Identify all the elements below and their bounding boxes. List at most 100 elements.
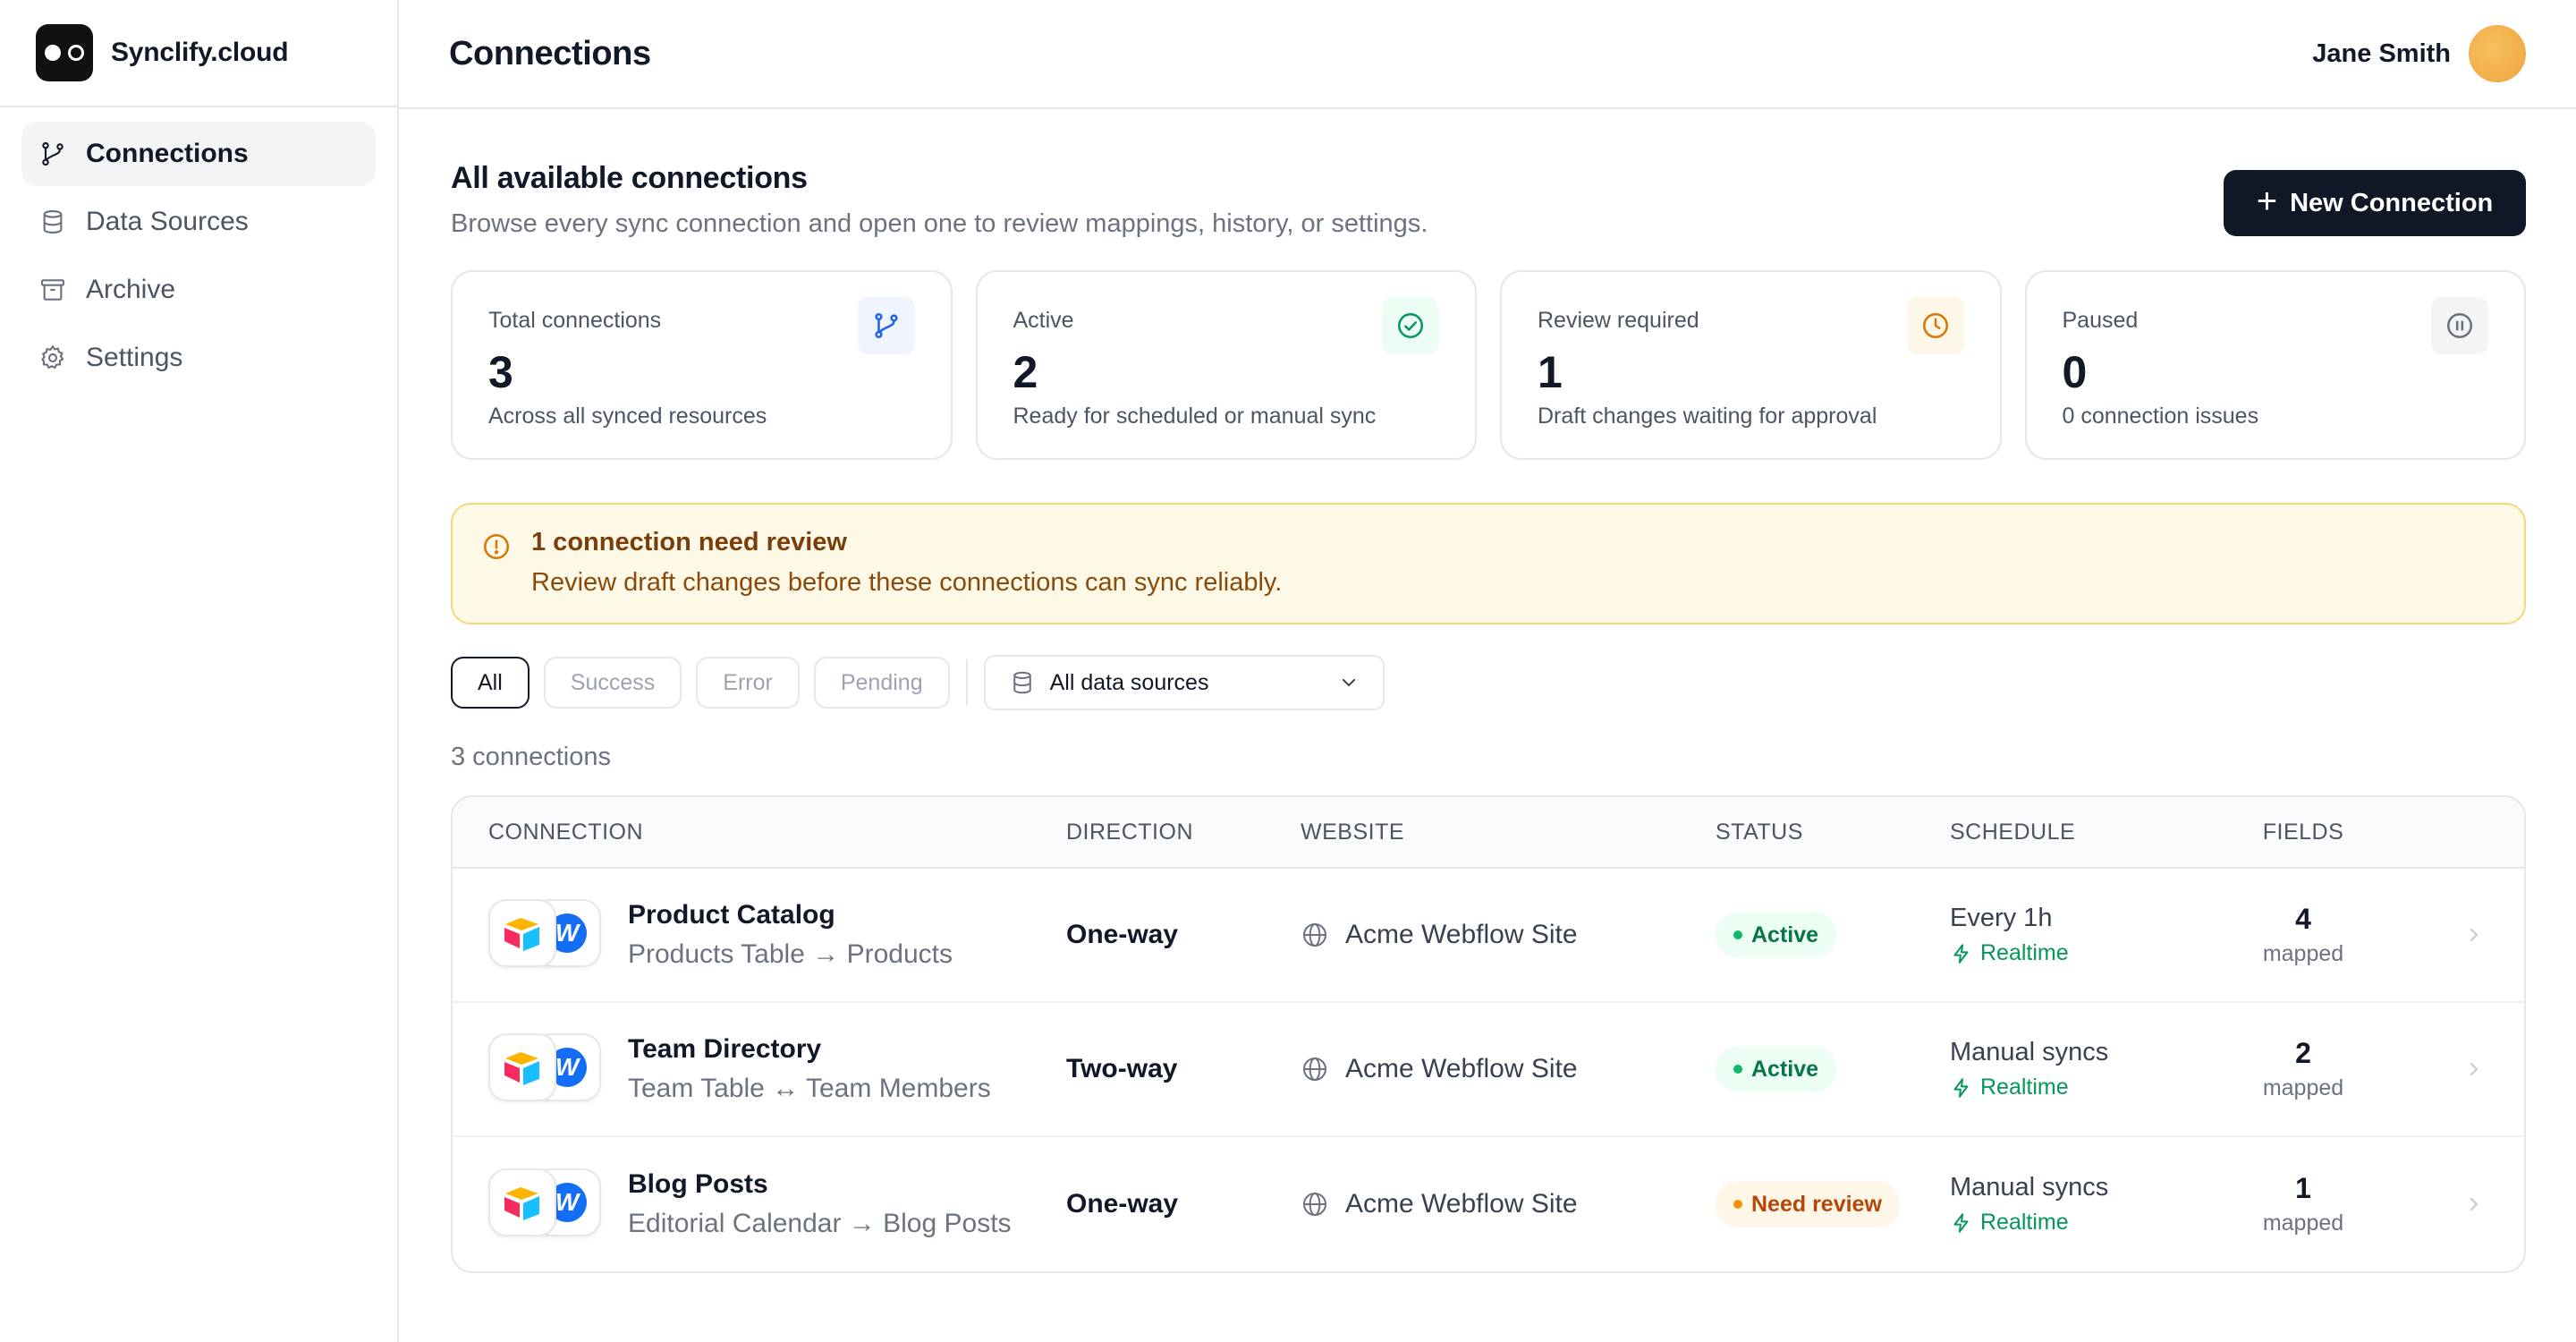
bolt-icon: [1953, 943, 1969, 964]
user-name: Jane Smith: [2312, 38, 2451, 68]
connection-mapping: Team Table ↔ Team Members: [628, 1074, 991, 1103]
filter-chip-pending[interactable]: Pending: [813, 657, 950, 709]
chevron-down-icon: [1342, 679, 1355, 687]
connection-mapping: Products Table → Products: [628, 939, 953, 969]
column-header-connection: CONNECTION: [488, 819, 644, 845]
stat-card-total: Total connections 3 Across all synced re…: [451, 270, 953, 460]
avatar[interactable]: [2469, 25, 2526, 82]
new-connection-button[interactable]: + New Connection: [2224, 170, 2526, 236]
section-subtitle: Browse every sync connection and open on…: [451, 209, 1428, 238]
schedule-realtime: Realtime: [1950, 940, 2245, 966]
main-content: All available connections Browse every s…: [451, 109, 2526, 1273]
column-header-schedule: SCHEDULE: [1950, 819, 2076, 845]
stat-label: Active: [1013, 308, 1074, 333]
status-badge: Active: [1716, 1046, 1837, 1092]
fields-label: mapped: [2262, 941, 2344, 966]
table-row[interactable]: W Blog Posts Editorial Calendar → Blog P…: [453, 1137, 2524, 1271]
connections-count: 3 connections: [451, 743, 611, 771]
sidebar-item-archive[interactable]: Archive: [21, 258, 376, 322]
page-title: Connections: [449, 34, 651, 72]
connection-name: Blog Posts: [628, 1169, 768, 1199]
git-branch-icon: [38, 139, 68, 169]
column-header-website: WEBSITE: [1301, 819, 1405, 845]
schedule: Manual syncs: [1950, 1038, 2109, 1066]
user-menu[interactable]: Jane Smith: [2312, 25, 2526, 82]
schedule: Every 1h: [1950, 904, 2053, 932]
fields-count: 4: [2295, 903, 2311, 935]
schedule: Manual syncs: [1950, 1173, 2109, 1202]
status-badge: Active: [1716, 912, 1837, 958]
column-header-fields: FIELDS: [2262, 819, 2344, 845]
filter-bar: All Success Error Pending All data sourc…: [451, 655, 2526, 710]
fields-label: mapped: [2262, 1075, 2344, 1100]
stat-desc: Across all synced resources: [488, 403, 767, 429]
pause-circle-icon: [2431, 297, 2488, 354]
brand-name: Synclify.cloud: [111, 38, 289, 67]
sidebar-item-label: Archive: [86, 275, 176, 304]
sidebar-item-settings[interactable]: Settings: [21, 326, 376, 390]
chevron-right-icon[interactable]: [2463, 924, 2485, 946]
stat-label: Total connections: [488, 308, 662, 333]
stat-value: 2: [1013, 347, 1038, 397]
table-header: CONNECTION DIRECTION WEBSITE STATUS SCHE…: [453, 797, 2524, 869]
stat-card-paused: Paused 0 0 connection issues: [2024, 270, 2526, 460]
globe-icon: [1303, 1057, 1326, 1081]
website-name: Acme Webflow Site: [1345, 920, 1578, 949]
stat-desc: Draft changes waiting for approval: [1538, 403, 1877, 429]
integration-logos: W: [488, 1168, 605, 1240]
sidebar: Synclify.cloud Connections Data Sources …: [0, 0, 399, 1342]
sidebar-nav: Connections Data Sources Archive Setting…: [0, 107, 397, 408]
sidebar-item-label: Data Sources: [86, 207, 249, 236]
globe-icon: [1303, 1193, 1326, 1216]
data-source-select-value: All data sources: [1049, 669, 1209, 695]
stat-label: Paused: [2062, 308, 2139, 333]
integration-logos: W: [488, 1033, 605, 1105]
stat-card-review: Review required 1 Draft changes waiting …: [1500, 270, 2002, 460]
schedule-sub-label: Realtime: [1980, 1210, 2069, 1235]
website-name: Acme Webflow Site: [1345, 1054, 1578, 1083]
status-label: Active: [1751, 1056, 1819, 1082]
filter-chip-error[interactable]: Error: [696, 657, 800, 709]
status-label: Need review: [1751, 1191, 1882, 1217]
stat-value: 1: [1538, 347, 1563, 397]
airtable-logo-icon: [488, 1033, 556, 1101]
topbar: Connections Jane Smith: [399, 0, 2576, 109]
stat-value: 3: [488, 347, 513, 397]
sidebar-item-connections[interactable]: Connections: [21, 122, 376, 186]
schedule-realtime: Realtime: [1950, 1210, 2245, 1236]
warning-icon: [483, 533, 510, 560]
schedule-sub-label: Realtime: [1980, 940, 2069, 965]
table-row[interactable]: W Product Catalog Products Table → Produ…: [453, 869, 2524, 1003]
connections-table: CONNECTION DIRECTION WEBSITE STATUS SCHE…: [451, 795, 2526, 1273]
integration-logos: W: [488, 899, 605, 971]
website-name: Acme Webflow Site: [1345, 1189, 1578, 1219]
bolt-icon: [1953, 1077, 1969, 1098]
direction: One-way: [1066, 920, 1179, 949]
filter-chip-all[interactable]: All: [451, 657, 530, 709]
bolt-icon: [1953, 1212, 1969, 1233]
check-circle-icon: [1382, 297, 1439, 354]
column-header-direction: DIRECTION: [1066, 819, 1193, 845]
stat-label: Review required: [1538, 308, 1699, 333]
sidebar-item-data-sources[interactable]: Data Sources: [21, 190, 376, 254]
review-alert: 1 connection need review Review draft ch…: [451, 503, 2526, 624]
data-source-select[interactable]: All data sources: [983, 655, 1385, 710]
table-row[interactable]: W Team Directory Team Table ↔ Team Membe…: [453, 1003, 2524, 1137]
sidebar-item-label: Settings: [86, 343, 183, 372]
direction: Two-way: [1066, 1054, 1178, 1083]
archive-icon: [38, 275, 68, 305]
app-window: Synclify.cloud Connections Data Sources …: [0, 0, 2576, 1342]
stats-row: Total connections 3 Across all synced re…: [451, 270, 2526, 460]
alert-text: Review draft changes before these connec…: [531, 568, 1283, 597]
chevron-right-icon[interactable]: [2463, 1193, 2485, 1215]
fields-count: 1: [2295, 1172, 2311, 1204]
section-title: All available connections: [451, 161, 808, 195]
column-header-status: STATUS: [1716, 819, 1803, 845]
schedule-sub-label: Realtime: [1980, 1074, 2069, 1100]
brand[interactable]: Synclify.cloud: [0, 0, 397, 107]
airtable-logo-icon: [488, 899, 556, 967]
chevron-right-icon[interactable]: [2463, 1058, 2485, 1080]
stat-desc: Ready for scheduled or manual sync: [1013, 403, 1377, 429]
filter-chip-success[interactable]: Success: [543, 657, 682, 709]
alert-title: 1 connection need review: [531, 528, 847, 556]
